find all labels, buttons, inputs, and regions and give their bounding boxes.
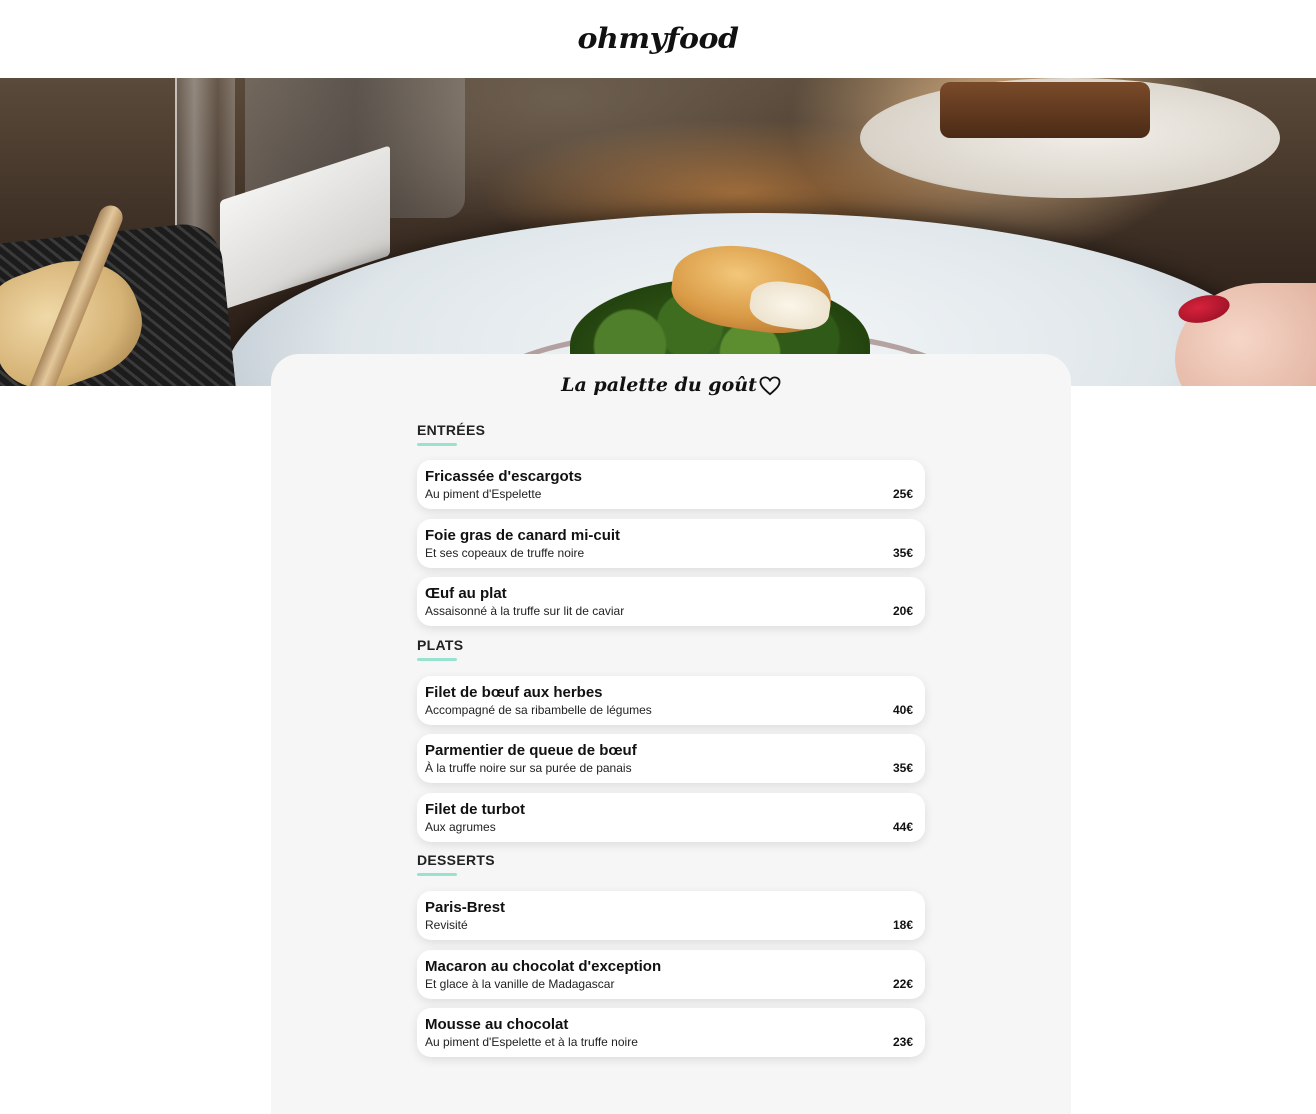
- dish-description: Au piment d'Espelette: [425, 487, 542, 501]
- dish-price: 18€: [892, 918, 913, 932]
- dish-price: 20€: [892, 604, 913, 618]
- dish-description: Et ses copeaux de truffe noire: [425, 546, 585, 560]
- dish-description: Revisité: [425, 918, 468, 932]
- section-title: ENTRÉES: [417, 422, 485, 446]
- dish-description: Aux agrumes: [425, 820, 496, 834]
- logo[interactable]: ohmyfood: [578, 23, 739, 55]
- restaurant-name: La palette du goût: [561, 374, 757, 396]
- hero-image: [0, 78, 1316, 386]
- section-title: PLATS: [417, 637, 463, 661]
- section-entrees: ENTRÉES Fricassée d'escargots Au piment …: [417, 422, 925, 626]
- dish-description: Au piment d'Espelette et à la truffe noi…: [425, 1035, 638, 1049]
- dish-name: Foie gras de canard mi-cuit: [425, 527, 621, 544]
- section-desserts: DESSERTS Paris-Brest Revisité 18€ Macaro…: [417, 852, 925, 1057]
- dish-card[interactable]: Œuf au plat Assaisonné à la truffe sur l…: [417, 577, 925, 626]
- menu-panel: La palette du goût ENTRÉES Fricassée d'e…: [271, 354, 1071, 1114]
- dish-name: Paris-Brest: [425, 899, 506, 916]
- dish-price: 23€: [892, 1035, 913, 1049]
- dish-name: Filet de turbot: [425, 801, 525, 818]
- dish-card[interactable]: Filet de bœuf aux herbes Accompagné de s…: [417, 676, 925, 725]
- dish-price: 44€: [892, 820, 913, 834]
- dish-card[interactable]: Fricassée d'escargots Au piment d'Espele…: [417, 460, 925, 509]
- dish-card[interactable]: Foie gras de canard mi-cuit Et ses copea…: [417, 519, 925, 568]
- dish-name: Œuf au plat: [425, 585, 507, 602]
- dish-description: Assaisonné à la truffe sur lit de caviar: [425, 604, 625, 618]
- restaurant-title: La palette du goût: [271, 374, 1071, 396]
- dish-name: Mousse au chocolat: [425, 1016, 569, 1033]
- dish-name: Fricassée d'escargots: [425, 468, 582, 485]
- dish-description: Accompagné de sa ribambelle de légumes: [425, 703, 652, 717]
- dish-card[interactable]: Mousse au chocolat Au piment d'Espelette…: [417, 1008, 925, 1057]
- section-plats: PLATS Filet de bœuf aux herbes Accompagn…: [417, 637, 925, 842]
- dish-description: À la truffe noire sur sa purée de panais: [425, 761, 632, 775]
- dish-name: Filet de bœuf aux herbes: [425, 684, 603, 701]
- dish-price: 40€: [892, 703, 913, 717]
- heart-icon[interactable]: [759, 376, 781, 396]
- dish-name: Macaron au chocolat d'exception: [425, 958, 662, 975]
- dish-description: Et glace à la vanille de Madagascar: [425, 977, 615, 991]
- dish-price: 35€: [892, 761, 913, 775]
- site-header: ohmyfood: [0, 0, 1316, 78]
- dish-card[interactable]: Paris-Brest Revisité 18€: [417, 891, 925, 940]
- dish-price: 25€: [892, 487, 913, 501]
- hero-back-food: [940, 82, 1150, 138]
- section-title: DESSERTS: [417, 852, 495, 876]
- dish-name: Parmentier de queue de bœuf: [425, 742, 637, 759]
- dish-price: 22€: [892, 977, 913, 991]
- dish-card[interactable]: Filet de turbot Aux agrumes 44€: [417, 793, 925, 842]
- dish-price: 35€: [892, 546, 913, 560]
- dish-card[interactable]: Macaron au chocolat d'exception Et glace…: [417, 950, 925, 999]
- dish-card[interactable]: Parmentier de queue de bœuf À la truffe …: [417, 734, 925, 783]
